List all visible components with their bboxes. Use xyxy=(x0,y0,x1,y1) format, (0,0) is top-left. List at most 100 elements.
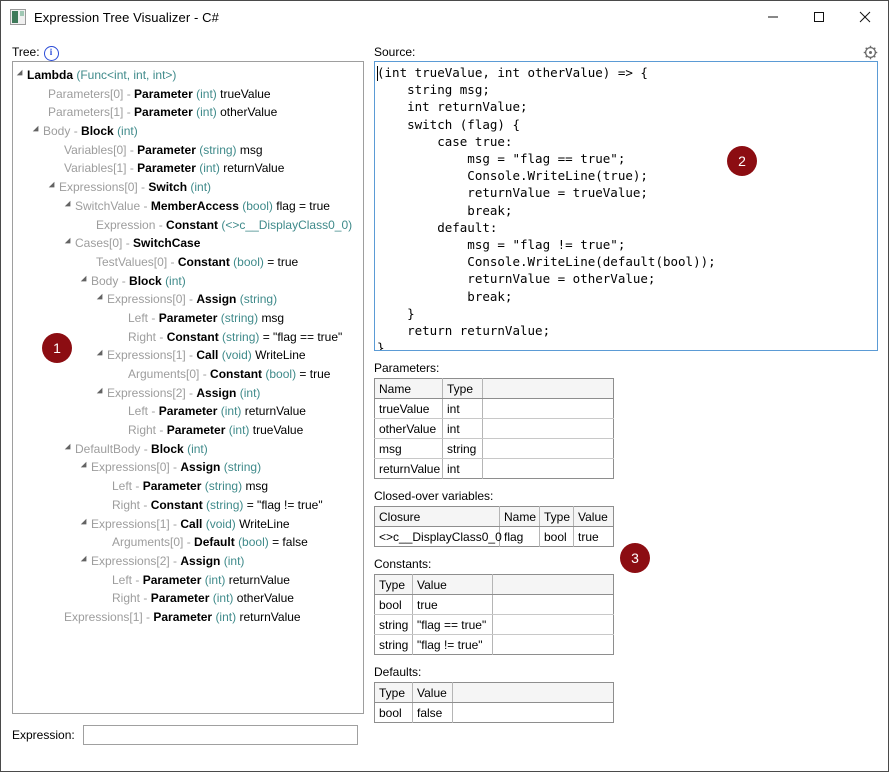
expand-arrow-icon[interactable] xyxy=(80,275,90,284)
table-cell[interactable]: returnValue xyxy=(374,458,443,479)
table-row[interactable]: otherValue int xyxy=(374,418,614,439)
table-row[interactable]: msg string xyxy=(374,438,614,459)
table-cell[interactable]: "flag == true" xyxy=(412,614,493,635)
table-cell[interactable]: true xyxy=(412,594,493,615)
table-cell[interactable]: "flag != true" xyxy=(412,634,493,655)
tree-row[interactable]: Left - Parameter (string) msg xyxy=(13,309,363,328)
expand-arrow-icon[interactable] xyxy=(80,462,90,471)
expand-arrow-icon[interactable] xyxy=(64,237,74,247)
table-row[interactable]: <>c__DisplayClass0_0 flag bool true xyxy=(374,526,614,547)
tree-row[interactable]: Arguments[0] - Constant (bool) = true xyxy=(13,365,363,384)
table-row[interactable]: returnValue int xyxy=(374,458,614,479)
column-header[interactable]: Name xyxy=(499,506,540,527)
table-cell[interactable] xyxy=(482,438,614,459)
table-cell[interactable] xyxy=(482,398,614,419)
table-cell[interactable] xyxy=(482,418,614,439)
expression-tree[interactable]: Lambda (Func<int, int, int>) Parameters[0… xyxy=(12,61,364,714)
expand-arrow-icon[interactable] xyxy=(16,69,26,79)
tree-row[interactable]: Cases[0] - SwitchCase xyxy=(13,234,363,253)
column-header[interactable]: Type xyxy=(442,378,483,399)
expand-arrow-icon[interactable] xyxy=(48,181,58,191)
tree-row[interactable]: Left - Parameter (int) returnValue xyxy=(13,402,363,421)
tree-row[interactable]: Right - Constant (string) = "flag != tru… xyxy=(13,496,363,515)
table-cell[interactable] xyxy=(492,614,614,635)
tree-row[interactable]: Variables[0] - Parameter (string) msg xyxy=(13,141,363,160)
table-cell[interactable]: bool xyxy=(539,526,574,547)
column-header[interactable]: Name xyxy=(374,378,443,399)
expand-arrow-icon[interactable] xyxy=(80,518,90,527)
table-cell[interactable]: bool xyxy=(374,702,413,723)
table-cell[interactable]: string xyxy=(374,634,413,655)
table-row[interactable]: bool false xyxy=(374,702,614,723)
table-row[interactable]: string "flag == true" xyxy=(374,614,614,635)
tree-row[interactable]: Body - Block (int) xyxy=(13,122,363,141)
table-cell[interactable]: otherValue xyxy=(374,418,443,439)
expression-input[interactable] xyxy=(82,725,358,745)
table-cell[interactable]: trueValue xyxy=(374,398,443,419)
column-header[interactable]: Closure xyxy=(374,506,500,527)
tree-row[interactable]: Expressions[0] - Assign (string) xyxy=(13,458,363,477)
close-button[interactable] xyxy=(842,1,888,33)
tree-node-separator: - xyxy=(126,161,138,176)
tree-row[interactable]: Right - Parameter (int) trueValue xyxy=(13,421,363,440)
table-cell[interactable]: bool xyxy=(374,594,413,615)
tree-row[interactable]: Expressions[0] - Switch (int) xyxy=(13,178,363,197)
tree-row[interactable]: Arguments[0] - Default (bool) = false xyxy=(13,533,363,552)
tree-row[interactable]: Variables[1] - Parameter (int) returnVal… xyxy=(13,159,363,178)
column-header[interactable] xyxy=(492,574,614,595)
tree-row[interactable]: SwitchValue - MemberAccess (bool) flag =… xyxy=(13,197,363,216)
expand-arrow-icon[interactable] xyxy=(96,350,106,359)
column-header[interactable]: Value xyxy=(573,506,614,527)
expand-arrow-icon[interactable] xyxy=(64,200,74,210)
table-cell[interactable]: true xyxy=(574,527,614,547)
column-header[interactable]: Value xyxy=(412,682,453,703)
expand-arrow-icon[interactable] xyxy=(32,125,42,135)
table-cell[interactable] xyxy=(483,459,614,479)
table-row[interactable]: string "flag != true" xyxy=(374,634,614,655)
table-cell[interactable] xyxy=(453,703,614,723)
tree-row[interactable]: Expressions[0] - Assign (string) xyxy=(13,290,363,309)
expand-arrow-icon[interactable] xyxy=(96,387,106,396)
tree-row[interactable]: Expressions[2] - Assign (int) xyxy=(13,552,363,571)
column-header[interactable] xyxy=(482,378,614,399)
tree-row[interactable]: Body - Block (int) xyxy=(13,272,363,291)
table-cell[interactable]: flag xyxy=(499,526,540,547)
tree-row[interactable]: Expressions[1] - Call (void) WriteLine xyxy=(13,515,363,534)
source-code-box[interactable]: (int trueValue, int otherValue) => { str… xyxy=(374,61,878,351)
tree-row[interactable]: Expressions[2] - Assign (int) xyxy=(13,384,363,403)
tree-row[interactable]: Parameters[0] - Parameter (int) trueValu… xyxy=(13,85,363,104)
table-cell[interactable]: int xyxy=(442,458,483,479)
table-cell[interactable] xyxy=(492,594,614,615)
tree-row[interactable]: Expressions[1] - Parameter (int) returnV… xyxy=(13,608,363,627)
tree-row[interactable]: Parameters[1] - Parameter (int) otherVal… xyxy=(13,103,363,122)
column-header[interactable]: Type xyxy=(374,574,413,595)
tree-row[interactable]: Left - Parameter (string) msg xyxy=(13,477,363,496)
table-cell[interactable]: int xyxy=(442,418,483,439)
table-cell[interactable]: <>c__DisplayClass0_0 xyxy=(374,526,502,547)
tree-row[interactable]: DefaultBody - Block (int) xyxy=(13,440,363,459)
gear-icon[interactable] xyxy=(862,44,878,60)
table-cell[interactable]: string xyxy=(374,614,413,635)
column-header[interactable]: Value xyxy=(412,574,493,595)
table-cell[interactable] xyxy=(493,635,614,655)
table-cell[interactable]: string xyxy=(442,438,483,459)
table-cell[interactable]: msg xyxy=(374,438,443,459)
table-row[interactable]: trueValue int xyxy=(374,398,614,419)
table-cell[interactable]: int xyxy=(442,398,483,419)
tree-row[interactable]: Right - Parameter (int) otherValue xyxy=(13,589,363,608)
tree-row[interactable]: TestValues[0] - Constant (bool) = true xyxy=(13,253,363,272)
maximize-button[interactable] xyxy=(796,1,842,33)
table-cell[interactable]: false xyxy=(412,702,453,723)
expand-arrow-icon[interactable] xyxy=(96,294,106,303)
tree-row[interactable]: Expression - Constant (<>c__DisplayClass… xyxy=(13,216,363,235)
minimize-button[interactable] xyxy=(750,1,796,33)
tree-row[interactable]: Lambda (Func<int, int, int>) xyxy=(13,66,363,85)
info-icon[interactable]: i xyxy=(43,45,59,61)
column-header[interactable]: Type xyxy=(539,506,574,527)
expand-arrow-icon[interactable] xyxy=(64,443,74,452)
column-header[interactable]: Type xyxy=(374,682,413,703)
tree-row[interactable]: Left - Parameter (int) returnValue xyxy=(13,571,363,590)
column-header[interactable] xyxy=(452,682,614,703)
expand-arrow-icon[interactable] xyxy=(80,555,90,565)
table-row[interactable]: bool true xyxy=(374,594,614,615)
